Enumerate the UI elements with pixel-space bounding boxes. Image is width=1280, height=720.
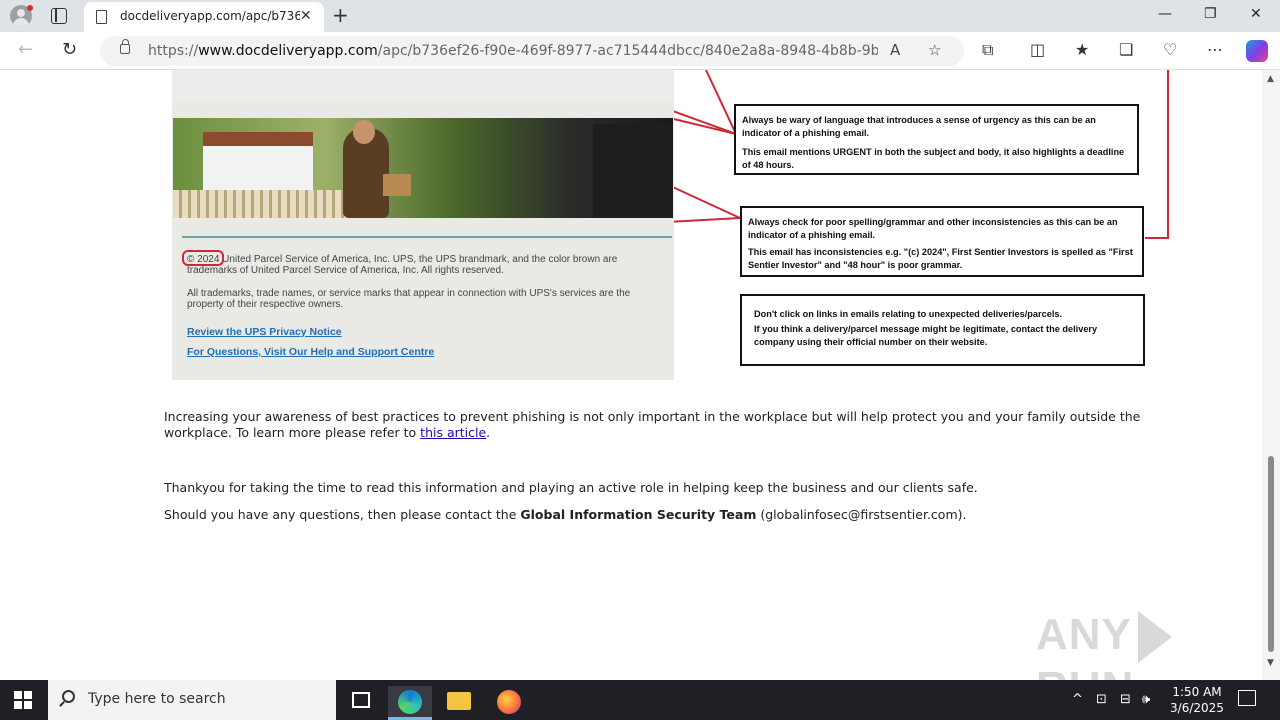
restore-button[interactable]: ❐ — [1204, 6, 1217, 22]
callout-urgency: Always be wary of language that introduc… — [734, 104, 1139, 175]
clock-date: 3/6/2025 — [1170, 701, 1224, 715]
task-view-button[interactable] — [342, 686, 386, 720]
callout-links-tip: Don't click on links in emails relating … — [754, 309, 1063, 319]
callout-spelling: Always check for poor spelling/grammar a… — [740, 206, 1144, 277]
this-article-link[interactable]: this article — [420, 425, 486, 440]
callout-spelling-detail: This email has inconsistencies e.g. "(c)… — [748, 247, 1133, 270]
favorite-star-icon[interactable]: ☆ — [928, 41, 941, 59]
task-view-icon — [352, 692, 370, 708]
profile-notification-dot — [27, 5, 33, 11]
clock-time: 1:50 AM — [1172, 685, 1222, 699]
page-favicon-icon — [96, 10, 107, 24]
volume-icon[interactable]: 🕪 — [1142, 692, 1150, 707]
browser-essentials-icon[interactable]: ♡ — [1163, 40, 1177, 59]
callout-links-detail: If you think a delivery/parcel message m… — [754, 324, 1098, 347]
address-bar[interactable]: https://www.docdeliveryapp.com/apc/b736e… — [100, 36, 964, 66]
awareness-paragraph: Increasing your awareness of best practi… — [164, 409, 1144, 441]
scroll-up-icon[interactable]: ▲ — [1267, 74, 1274, 84]
tray-chevron-icon[interactable]: ^ — [1072, 692, 1083, 707]
help-support-link[interactable]: For Questions, Visit Our Help and Suppor… — [187, 346, 434, 358]
notifications-icon[interactable] — [1238, 690, 1256, 706]
vertical-scrollbar[interactable]: ▲ ▼ — [1262, 70, 1280, 680]
scroll-thumb[interactable] — [1268, 456, 1274, 652]
read-aloud-icon[interactable]: A — [890, 41, 900, 59]
callout-urgency-tip: Always be wary of language that introduc… — [742, 115, 1096, 138]
network-icon[interactable]: ⊟ — [1120, 692, 1131, 707]
extensions-icon[interactable]: ⧉ — [982, 40, 993, 60]
firefox-icon — [497, 690, 521, 714]
tray-device-icon[interactable]: ⊡ — [1096, 692, 1107, 707]
copyright-highlight-circle — [182, 250, 224, 266]
url-path: /apc/b736ef26-f90e-469f-8977-ac715444dbc… — [377, 43, 878, 59]
url-scheme: https:// — [148, 43, 199, 59]
tab-title: docdeliveryapp.com/apc/b736ef — [120, 9, 300, 23]
tab-actions-icon[interactable] — [51, 8, 67, 24]
browser-toolbar: ← ↻ https://www.docdeliveryapp.com/apc/b… — [0, 32, 1280, 70]
url-text[interactable]: https://www.docdeliveryapp.com/apc/b736e… — [148, 43, 878, 59]
callout-urgency-detail: This email mentions URGENT in both the s… — [742, 147, 1125, 170]
edge-icon — [398, 690, 422, 714]
close-window-button[interactable]: ✕ — [1250, 6, 1262, 22]
copyright-text: United Parcel Service of America, Inc. U… — [187, 254, 618, 276]
split-screen-icon[interactable]: ◫ — [1030, 40, 1045, 59]
new-tab-button[interactable]: + — [332, 3, 349, 27]
copilot-icon[interactable] — [1246, 40, 1268, 62]
lock-icon[interactable] — [120, 39, 130, 54]
watermark-right: RUN — [1036, 663, 1134, 680]
windows-taskbar: Type here to search ^ ⊡ ⊟ 🕪 1:50 AM 3/6/… — [0, 680, 1280, 720]
browser-titlebar: docdeliveryapp.com/apc/b736ef ✕ + — ❐ ✕ — [0, 0, 1280, 32]
file-explorer-button[interactable] — [437, 686, 481, 720]
contact-text: Should you have any questions, then plea… — [164, 507, 521, 522]
anyrun-watermark: ANY RUN — [1036, 610, 1262, 680]
reload-button[interactable]: ↻ — [62, 39, 77, 60]
callout-links: Don't click on links in emails relating … — [740, 294, 1145, 366]
watermark-left: ANY — [1036, 610, 1132, 659]
firefox-taskbar-button[interactable] — [486, 686, 530, 720]
more-options-icon[interactable]: ⋯ — [1207, 40, 1223, 59]
scroll-down-icon[interactable]: ▼ — [1267, 658, 1274, 668]
phishing-email-screenshot: © 2024 United Parcel Service of America,… — [172, 70, 674, 380]
callout-spelling-tip: Always check for poor spelling/grammar a… — [748, 217, 1118, 240]
folder-icon — [447, 692, 471, 710]
watermark-play-icon — [1137, 611, 1172, 664]
thankyou-paragraph: Thankyou for taking the time to read thi… — [164, 480, 978, 495]
email-divider — [182, 236, 672, 238]
email-top-strip — [172, 70, 674, 102]
search-icon — [62, 690, 75, 703]
ups-courier-photo — [173, 118, 673, 218]
search-placeholder: Type here to search — [88, 691, 226, 707]
windows-start-icon[interactable] — [14, 691, 32, 709]
trademarks-text: All trademarks, trade names, or service … — [187, 288, 631, 310]
security-team-name: Global Information Security Team — [520, 507, 757, 522]
browser-tab-active[interactable]: docdeliveryapp.com/apc/b736ef ✕ — [84, 2, 324, 32]
page-content: © 2024 United Parcel Service of America,… — [0, 70, 1262, 680]
favorites-icon[interactable]: ★ — [1075, 40, 1089, 59]
back-button[interactable]: ← — [18, 39, 33, 60]
taskbar-search-box[interactable]: Type here to search — [48, 680, 336, 720]
contact-email: (globalinfosec@firstsentier.com). — [756, 507, 967, 522]
taskbar-clock[interactable]: 1:50 AM 3/6/2025 — [1166, 684, 1228, 716]
tab-close-button[interactable]: ✕ — [300, 8, 312, 24]
arrow-spelling-3 — [1145, 70, 1169, 239]
awareness-text: Increasing your awareness of best practi… — [164, 409, 1141, 440]
minimize-button[interactable]: — — [1158, 6, 1172, 22]
awareness-text-end: . — [486, 425, 491, 440]
contact-paragraph: Should you have any questions, then plea… — [164, 507, 1144, 523]
collections-icon[interactable]: ❏ — [1119, 40, 1133, 59]
edge-taskbar-button[interactable] — [388, 686, 432, 720]
privacy-notice-link[interactable]: Review the UPS Privacy Notice — [187, 326, 342, 338]
url-host: www.docdeliveryapp.com — [198, 43, 378, 59]
email-legal-text: © 2024 United Parcel Service of America,… — [187, 254, 647, 322]
